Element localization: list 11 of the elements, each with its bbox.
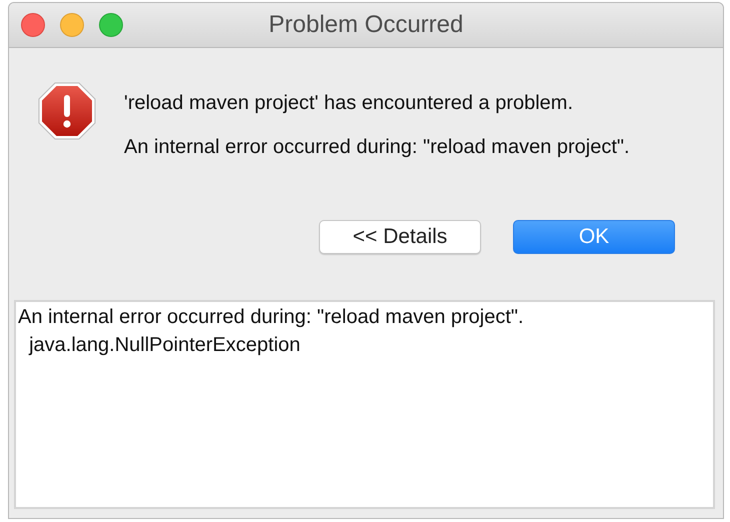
error-message: An internal error occurred during: "reload maven project". xyxy=(124,135,631,160)
window-title: Problem Occurred xyxy=(268,11,464,39)
details-line: An internal error occurred during: "reload maven project". xyxy=(18,305,525,330)
details-line: java.lang.NullPointerException xyxy=(28,333,302,358)
zoom-button[interactable] xyxy=(99,13,123,37)
details-button[interactable]: << Details xyxy=(319,220,481,254)
error-headline: 'reload maven project' has encountered a problem. xyxy=(124,91,574,116)
close-button[interactable] xyxy=(21,13,45,37)
error-icon xyxy=(38,82,96,140)
minimize-button[interactable] xyxy=(60,13,84,37)
details-text-area[interactable]: An internal error occurred during: "reload maven project". java.lang.NullPointerException xyxy=(14,300,715,509)
